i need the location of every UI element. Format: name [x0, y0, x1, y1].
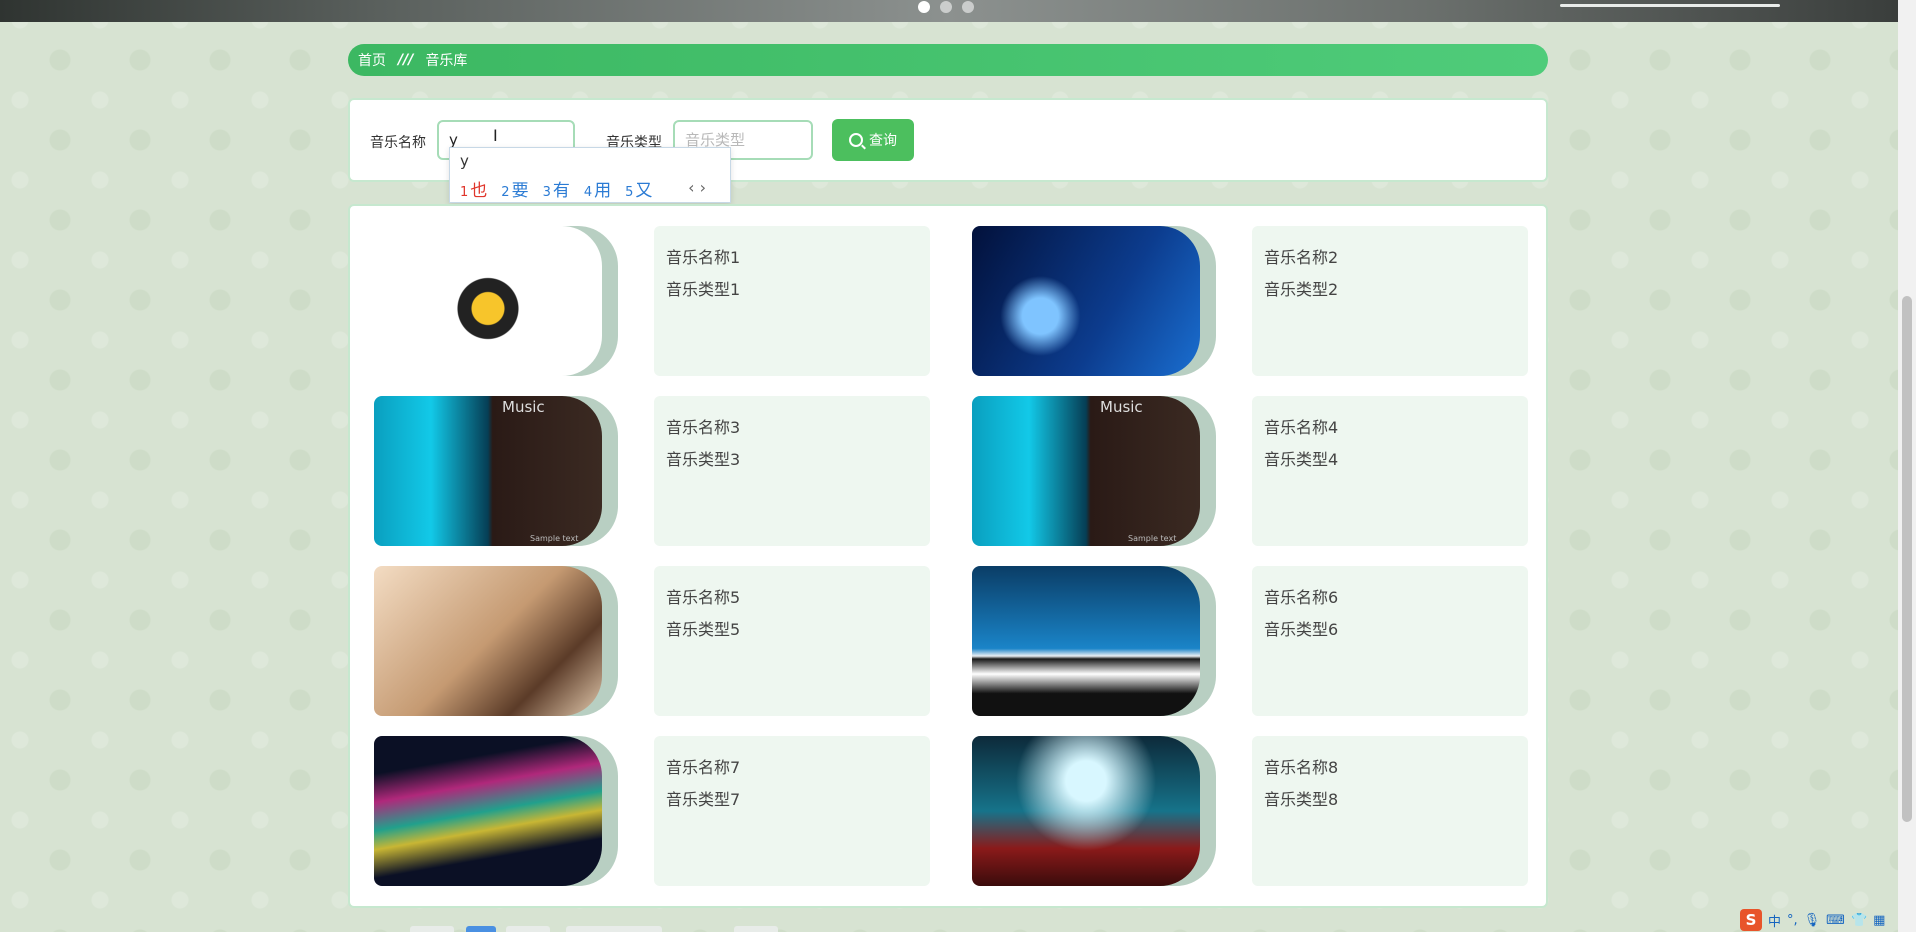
music-type: 音乐类型3: [666, 450, 741, 469]
music-name: 音乐名称4: [1264, 418, 1339, 437]
music-name-label: 音乐名称: [370, 135, 426, 151]
text-cursor-icon: I: [493, 126, 498, 145]
query-button-label: 查询: [869, 132, 897, 148]
music-name: 音乐名称1: [666, 248, 741, 267]
disco-music-image: Music Sample text: [374, 396, 602, 546]
pager-size-select[interactable]: [566, 926, 662, 932]
pager-jump-input[interactable]: [734, 926, 778, 932]
ime-candidate-2[interactable]: 2要: [501, 176, 528, 201]
ime-candidate-5[interactable]: 5又: [625, 176, 652, 201]
scrollbar-thumb[interactable]: [1902, 296, 1912, 822]
music-name: 音乐名称6: [1264, 588, 1339, 607]
pager-button-prev[interactable]: [410, 926, 454, 932]
breadcrumb-current: 音乐库: [425, 53, 468, 69]
music-card-image-2[interactable]: [972, 226, 1220, 376]
colorful-waves-image: [374, 736, 602, 886]
music-card-info-8[interactable]: 音乐名称8 音乐类型8: [1252, 736, 1528, 886]
music-type: 音乐类型8: [1264, 790, 1339, 809]
music-name: 音乐名称2: [1264, 248, 1339, 267]
music-card-image-4[interactable]: Music Sample text: [972, 396, 1220, 546]
music-type: 音乐类型2: [1264, 280, 1339, 299]
music-type: 音乐类型6: [1264, 620, 1339, 639]
music-type: 音乐类型4: [1264, 450, 1339, 469]
ime-candidate-popup: y 1也 2要 3有 4用 5又 ‹ ›: [449, 147, 731, 203]
keyboard-icon[interactable]: ⌨: [1826, 913, 1845, 928]
music-library-grid: 音乐名称1 音乐类型1 音乐名称2 音乐类型2 Music Sample tex…: [348, 204, 1548, 908]
music-name: 音乐名称3: [666, 418, 741, 437]
music-card-info-5[interactable]: 音乐名称5 音乐类型5: [654, 566, 930, 716]
music-type: 音乐类型7: [666, 790, 741, 809]
search-icon: [849, 133, 863, 147]
ime-composition-text: y: [460, 152, 469, 170]
toolbox-icon[interactable]: ▦: [1873, 913, 1885, 928]
music-card-image-5[interactable]: [374, 566, 622, 716]
concert-crowd-image: [972, 736, 1200, 886]
music-card-info-3[interactable]: 音乐名称3 音乐类型3: [654, 396, 930, 546]
music-notes-image: [972, 226, 1200, 376]
ime-page-arrows-icon[interactable]: ‹ ›: [688, 178, 706, 197]
carousel-dots: [918, 1, 974, 13]
guitar-sheet-music-image: [374, 566, 602, 716]
breadcrumb-separator: ///: [398, 52, 414, 68]
music-card-image-8[interactable]: [972, 736, 1220, 886]
speaker-image: [374, 226, 602, 376]
microphone-icon[interactable]: 🎙: [1804, 913, 1821, 928]
ime-toolbar: S 中 °, 🎙 ⌨ 👕 ▦: [1740, 908, 1898, 932]
pager-button-next[interactable]: [506, 926, 550, 932]
ime-candidate-4[interactable]: 4用: [584, 176, 611, 201]
music-card-info-2[interactable]: 音乐名称2 音乐类型2: [1252, 226, 1528, 376]
ime-candidate-3[interactable]: 3有: [543, 176, 570, 201]
music-name: 音乐名称8: [1264, 758, 1339, 777]
pager-button-current[interactable]: [466, 926, 496, 932]
sogou-logo-icon[interactable]: S: [1740, 909, 1762, 931]
page-scrollbar[interactable]: [1898, 0, 1916, 932]
music-type: 音乐类型1: [666, 280, 741, 299]
carousel-dot-1[interactable]: [918, 1, 930, 13]
banner-road-line: [1560, 4, 1780, 7]
music-card-image-1[interactable]: [374, 226, 622, 376]
carousel-dot-3[interactable]: [962, 1, 974, 13]
music-card-info-4[interactable]: 音乐名称4 音乐类型4: [1252, 396, 1528, 546]
music-card-info-1[interactable]: 音乐名称1 音乐类型1: [654, 226, 930, 376]
music-type: 音乐类型5: [666, 620, 741, 639]
music-card-image-7[interactable]: [374, 736, 622, 886]
query-button[interactable]: 查询: [832, 119, 914, 161]
music-card-image-3[interactable]: Music Sample text: [374, 396, 622, 546]
piano-keys-image: [972, 566, 1200, 716]
ime-candidate-list: 1也 2要 3有 4用 5又: [460, 176, 652, 201]
music-card-info-6[interactable]: 音乐名称6 音乐类型6: [1252, 566, 1528, 716]
top-banner-carousel[interactable]: [0, 0, 1898, 22]
carousel-dot-2[interactable]: [940, 1, 952, 13]
skin-icon[interactable]: 👕: [1851, 913, 1867, 928]
ime-candidate-1[interactable]: 1也: [460, 176, 487, 201]
music-card-info-7[interactable]: 音乐名称7 音乐类型7: [654, 736, 930, 886]
disco-music-image: Music Sample text: [972, 396, 1200, 546]
ime-language-toggle[interactable]: 中: [1768, 911, 1781, 930]
music-name: 音乐名称5: [666, 588, 741, 607]
punctuation-icon[interactable]: °,: [1787, 913, 1798, 928]
music-card-image-6[interactable]: [972, 566, 1220, 716]
music-name: 音乐名称7: [666, 758, 741, 777]
breadcrumb-home[interactable]: 首页: [358, 50, 386, 70]
breadcrumb: 首页 /// 音乐库: [348, 44, 1548, 76]
